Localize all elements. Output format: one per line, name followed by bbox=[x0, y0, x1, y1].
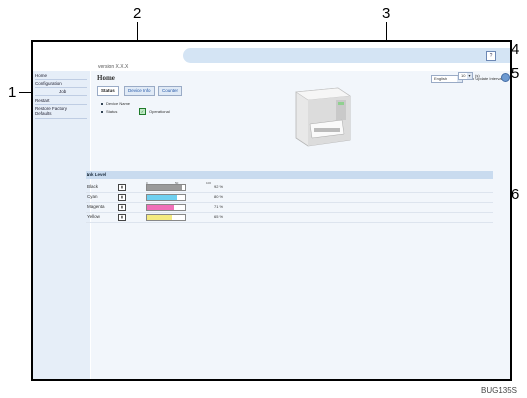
ink-level-bar bbox=[146, 184, 186, 191]
sidebar-item-home[interactable]: Home bbox=[35, 73, 47, 78]
tab-device-info[interactable]: Device Info bbox=[124, 86, 155, 96]
sidebar-divider bbox=[35, 79, 87, 80]
tab-status[interactable]: Status bbox=[97, 86, 119, 96]
ink-row-divider bbox=[86, 202, 493, 203]
help-button[interactable]: ? bbox=[486, 51, 496, 61]
ink-level-bar bbox=[146, 204, 186, 211]
cartridge-icon: ▮ bbox=[118, 194, 126, 201]
language-value: English bbox=[434, 76, 448, 81]
sidebar-divider bbox=[35, 118, 87, 119]
chevron-down-icon: ▾ bbox=[467, 73, 472, 79]
ink-level-fill bbox=[147, 205, 174, 210]
callout-6: 6 bbox=[511, 186, 520, 203]
callout-4: 4 bbox=[511, 41, 520, 58]
sidebar-item-restart[interactable]: Restart bbox=[35, 98, 50, 103]
ink-level-fill bbox=[147, 185, 182, 190]
tab-counter[interactable]: Counter bbox=[158, 86, 183, 96]
ink-row-divider bbox=[86, 222, 493, 223]
ink-level-percent: 92 % bbox=[214, 184, 224, 189]
refresh-icon[interactable] bbox=[501, 73, 510, 82]
ink-level-fill bbox=[147, 195, 178, 200]
figure-code: BUG135S bbox=[481, 386, 518, 395]
bullet-icon bbox=[101, 111, 103, 113]
ink-level-bar bbox=[146, 214, 186, 221]
sidebar-divider bbox=[35, 95, 87, 96]
device-name-label: Device Name bbox=[106, 101, 131, 106]
printer-image bbox=[295, 87, 351, 147]
status-label: Status bbox=[106, 109, 118, 114]
ink-level-percent: 65 % bbox=[214, 214, 224, 219]
callout-2: 2 bbox=[133, 5, 142, 22]
cartridge-icon: ▮ bbox=[118, 184, 126, 191]
header-band bbox=[183, 48, 510, 63]
header-bar: version X.X.X ? bbox=[33, 42, 510, 70]
auto-update-value: 10 bbox=[461, 73, 466, 78]
callout-5: 5 bbox=[511, 65, 520, 82]
auto-update-unit: (s) bbox=[475, 73, 480, 78]
collapse-icon[interactable]: ▴ bbox=[87, 172, 491, 177]
ink-name: Yellow bbox=[87, 214, 100, 219]
ink-level-fill bbox=[147, 215, 172, 220]
ink-level-percent: 71 % bbox=[214, 204, 224, 209]
cartridge-icon: ▮ bbox=[118, 214, 126, 221]
web-image-monitor-frame: version X.X.X ? Home Configuration Job R… bbox=[31, 40, 512, 381]
version-text: version X.X.X bbox=[98, 64, 129, 70]
sidebar-item-configuration[interactable]: Configuration bbox=[35, 81, 62, 86]
status-value: Operational bbox=[149, 109, 170, 114]
cartridge-icon: ▮ bbox=[118, 204, 126, 211]
scale-label-100: 100 bbox=[206, 181, 212, 185]
status-ok-icon: ✓ bbox=[139, 108, 146, 115]
page-title: Home bbox=[97, 74, 115, 82]
sidebar-divider bbox=[35, 104, 87, 105]
bullet-icon bbox=[101, 103, 103, 105]
ink-level-header: Ink Level ▴ bbox=[86, 171, 493, 179]
ink-name: Black bbox=[87, 184, 99, 189]
ink-name: Cyan bbox=[87, 194, 98, 199]
ink-row-divider bbox=[86, 212, 493, 213]
sidebar-divider bbox=[35, 87, 87, 88]
sidebar: Home Configuration Job Restart Restore F… bbox=[33, 71, 90, 379]
sidebar-item-job[interactable]: Job bbox=[59, 89, 66, 94]
sidebar-item-restore-factory-defaults-line2[interactable]: Defaults bbox=[35, 111, 52, 116]
callout-3: 3 bbox=[382, 5, 391, 22]
callout-1: 1 bbox=[8, 84, 17, 101]
ink-level-percent: 80 % bbox=[214, 194, 224, 199]
auto-update-interval-select[interactable]: 10 ▾ bbox=[458, 72, 473, 80]
ink-row-divider bbox=[86, 192, 493, 193]
ink-level-bar bbox=[146, 194, 186, 201]
ink-name: Magenta bbox=[87, 204, 105, 209]
